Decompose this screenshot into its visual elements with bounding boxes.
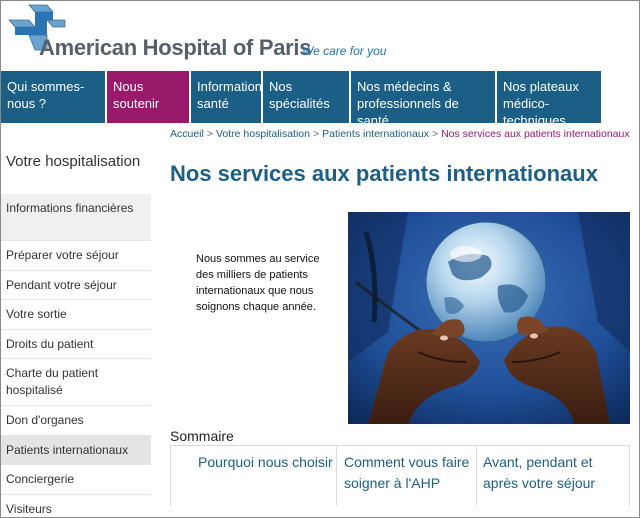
sidebar-item-pendant-votre-sejour[interactable]: Pendant votre séjour: [1, 271, 151, 300]
breadcrumb-separator: >: [206, 128, 213, 140]
breadcrumb-link-votre-hospitalisation[interactable]: Votre hospitalisation: [216, 128, 310, 140]
site-tagline: We care for you: [302, 44, 387, 58]
summary-heading: Sommaire: [170, 428, 234, 444]
sidebar-item-votre-sortie[interactable]: Votre sortie: [1, 300, 151, 330]
sidebar-item-don-d-organes[interactable]: Don d'organes: [1, 406, 151, 436]
page-title: Nos services aux patients internationaux: [170, 161, 598, 186]
breadcrumb-separator: >: [312, 128, 320, 140]
main-content: Accueil > Votre hospitalisation > Patients i…: [155, 123, 639, 517]
intro-text: Nous sommes au service des milliers de p…: [196, 253, 320, 313]
summary-separator: [476, 446, 477, 506]
nav-item-nos-medecins[interactable]: Nos médecins & professionnels de santé: [351, 71, 497, 128]
main-nav: Qui sommes-nous ? Nous soutenir Informat…: [1, 71, 601, 128]
summary-separator: [629, 446, 630, 506]
sidebar-item-patients-internationaux[interactable]: Patients internationaux: [1, 435, 151, 465]
sidebar-item-preparer-votre-sejour[interactable]: Préparer votre séjour: [1, 241, 151, 271]
nav-item-information-sante[interactable]: Information santé: [191, 71, 263, 123]
browser-page: American Hospital of Paris We care for y…: [0, 0, 640, 518]
summary-separator: [336, 446, 337, 506]
sidebar-item-visiteurs[interactable]: Visiteurs: [1, 495, 151, 518]
sidebar-item-informations-financieres[interactable]: Informations financières: [1, 194, 151, 241]
breadcrumb-link-patients-internationaux[interactable]: Patients internationaux: [322, 128, 429, 140]
sidebar: Votre hospitalisation Informations finan…: [1, 123, 153, 518]
nav-item-nous-soutenir[interactable]: Nous soutenir: [107, 71, 191, 123]
summary-link-pourquoi-nous-choisir[interactable]: Pourquoi nous choisir: [198, 452, 338, 473]
sidebar-item-droits-du-patient[interactable]: Droits du patient: [1, 330, 151, 359]
summary-link-comment-vous-faire-soigner[interactable]: Comment vous faire soigner à l'AHP: [344, 452, 474, 494]
hands-holding-globe-image: [348, 212, 630, 424]
nav-item-nos-plateaux[interactable]: Nos plateaux médico-techniques: [497, 71, 601, 128]
site-header: American Hospital of Paris We care for y…: [1, 1, 639, 71]
breadcrumb-separator: >: [431, 128, 439, 140]
nav-item-nos-specialites[interactable]: Nos spécialités: [263, 71, 351, 123]
sidebar-item-charte-du-patient[interactable]: Charte du patient hospitalisé: [1, 359, 151, 406]
breadcrumb: Accueil > Votre hospitalisation > Patients i…: [170, 128, 630, 140]
summary-links: Pourquoi nous choisir Comment vous faire…: [170, 446, 630, 506]
nav-item-qui-sommes-nous[interactable]: Qui sommes-nous ?: [1, 71, 107, 123]
summary-link-avant-pendant-apres[interactable]: Avant, pendant et après votre séjour: [483, 452, 623, 494]
sidebar-title: Votre hospitalisation: [6, 153, 141, 170]
site-name[interactable]: American Hospital of Paris: [39, 35, 311, 61]
breadcrumb-link-accueil[interactable]: Accueil: [170, 128, 204, 140]
summary-separator: [170, 446, 171, 506]
sidebar-menu: Informations financières Préparer votre …: [1, 194, 151, 518]
sidebar-item-conciergerie[interactable]: Conciergerie: [1, 465, 151, 495]
breadcrumb-current: Nos services aux patients internationaux: [441, 128, 630, 140]
